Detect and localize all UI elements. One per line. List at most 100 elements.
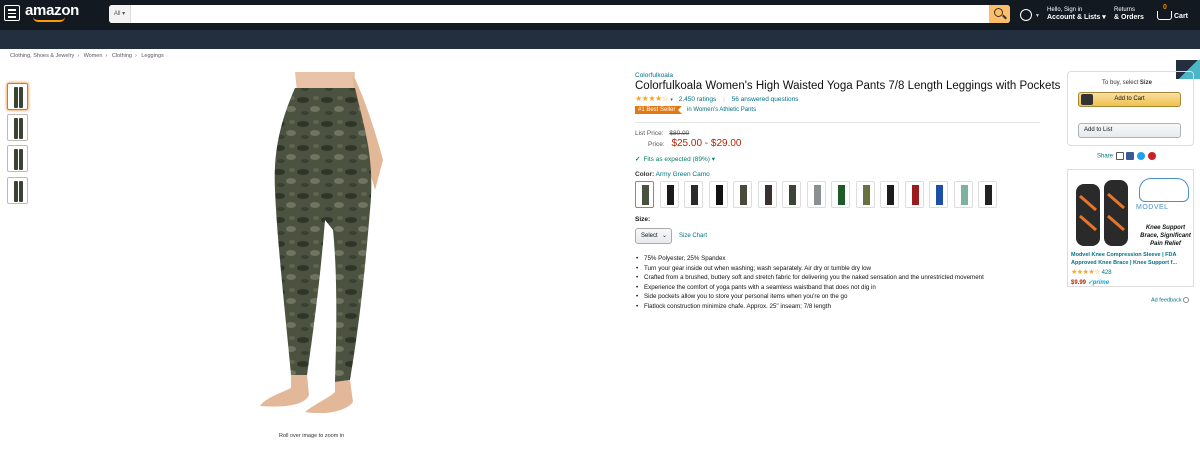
nav-link-registry[interactable]: Registry [130, 66, 152, 72]
color-swatch[interactable] [855, 181, 875, 208]
search-input[interactable] [133, 6, 983, 22]
ad-price: $9.99 [1071, 280, 1087, 286]
cart-label: Cart [1174, 13, 1189, 20]
chevron-down-icon[interactable]: ▾ [670, 97, 673, 103]
chevron-down-icon: ▼ [1035, 13, 1040, 19]
search-bar: All ▾ [109, 5, 1010, 23]
brand-link[interactable]: Colorfulkoala [635, 72, 673, 79]
best-seller-badge[interactable]: #1 Best Seller [635, 106, 683, 114]
chevron-down-icon: ⌄ [661, 233, 667, 239]
facebook-icon[interactable] [1126, 152, 1135, 160]
ad-feedback-link[interactable]: Ad feedback [1151, 297, 1190, 303]
pinterest-icon[interactable] [1147, 152, 1156, 160]
thumbnail-image[interactable] [7, 114, 28, 141]
deliver-location: Vietnam [17, 69, 39, 75]
color-swatch[interactable] [978, 181, 997, 208]
share-row: Share [1097, 152, 1156, 160]
email-icon[interactable] [1115, 152, 1124, 160]
breadcrumb-item[interactable]: Clothing, Shoes & Jewelry [10, 53, 74, 59]
swatch-leggings-icon [715, 185, 723, 205]
sub-nav-bar: Deliver to Vietnam Help Registry Gift Ca… [0, 30, 1200, 79]
color-swatch[interactable] [929, 181, 948, 208]
deliver-to-label: Deliver to [17, 62, 41, 68]
nav-link-gift-cards[interactable]: Gift Cards [162, 66, 189, 72]
cart-count: 0 [1163, 4, 1167, 11]
info-icon [1183, 297, 1190, 303]
ad-price-row: $9.99 ✓prime [1071, 279, 1109, 286]
swatch-leggings-icon [789, 185, 796, 205]
add-to-list-button[interactable]: Add to List [1078, 123, 1181, 138]
prime-badge: ✓prime [1087, 280, 1110, 286]
add-to-cart-label: Add to Cart [1114, 96, 1145, 102]
breadcrumb-item[interactable]: Leggings [141, 53, 163, 59]
breadcrumb-item[interactable]: Women [84, 53, 103, 59]
language-globe-icon[interactable] [1020, 9, 1032, 21]
color-swatch[interactable] [659, 181, 679, 208]
add-to-cart-button[interactable]: Add to Cart [1078, 92, 1181, 107]
cart-button[interactable]: 0 Cart [1154, 4, 1194, 24]
nav-link-sell[interactable]: Sell [198, 66, 208, 72]
product-title: Colorfulkoala Women's High Waisted Yoga … [635, 80, 1061, 92]
returns-label: Returns [1114, 7, 1136, 13]
cart-icon [1157, 11, 1172, 20]
orders-label: & Orders [1114, 14, 1144, 21]
star-rating-icon: ★★★★☆ [1071, 269, 1100, 276]
amazon-logo[interactable]: amazon [25, 2, 79, 22]
search-category-dropdown[interactable]: All ▾ [109, 5, 131, 23]
swatch-leggings-icon [740, 185, 747, 205]
size-chart-link[interactable]: Size Chart [679, 233, 707, 239]
top-nav-bar: amazon All ▾ ▼ Hello, Sign in Account & … [0, 0, 1200, 30]
color-swatch[interactable] [880, 181, 899, 208]
size-dropdown[interactable]: Select ⌄ [635, 228, 672, 244]
returns-orders-link[interactable]: Returns & Orders [1114, 6, 1144, 22]
swatch-leggings-icon [691, 185, 698, 205]
star-rating-icon[interactable]: ★★★★☆ [635, 94, 669, 103]
breadcrumb-item[interactable]: Clothing [112, 53, 132, 59]
section-divider [635, 122, 1040, 123]
nav-link-help[interactable]: Help [108, 66, 120, 72]
twitter-icon[interactable] [1137, 152, 1146, 160]
color-swatch[interactable] [953, 181, 973, 208]
account-greeting: Hello, Sign in [1047, 7, 1083, 13]
account-lists-label: Account & Lists ▾ [1047, 14, 1106, 21]
fit-info[interactable]: ✓ Fits as expected (89%) ▾ [635, 155, 715, 163]
color-swatch[interactable] [635, 181, 654, 208]
product-main-image[interactable] [225, 70, 415, 420]
add-to-list-label: Add to List [1084, 127, 1113, 133]
ratings-count-link[interactable]: 2,450 ratings [679, 96, 717, 103]
search-button[interactable] [989, 5, 1010, 23]
feature-bullet: Experience the comfort of yoga pants wit… [636, 283, 984, 293]
share-label: Share [1097, 153, 1114, 160]
account-menu[interactable]: Hello, Sign in Account & Lists ▾ [1047, 6, 1106, 22]
cart-icon [1081, 94, 1093, 105]
feature-bullet: Turn your gear inside out when washing; … [636, 264, 984, 274]
swatch-leggings-icon [764, 185, 772, 205]
zoom-hint: Roll over image to zoom in [279, 433, 345, 439]
ad-title-link[interactable]: Modvel Knee Compression Sleeve | FDA App… [1071, 252, 1195, 267]
divider: | [723, 96, 725, 103]
price-label: Price: [648, 141, 665, 148]
color-swatch[interactable] [708, 181, 728, 208]
answered-questions-link[interactable]: 56 answered questions [732, 96, 799, 103]
thumbnail-image[interactable] [7, 83, 28, 110]
sponsored-ad[interactable]: MODVEL Knee Support Brace, Significant P… [1067, 169, 1194, 287]
color-swatch[interactable] [757, 181, 777, 208]
color-swatch[interactable] [782, 181, 801, 208]
hamburger-menu-icon[interactable] [4, 5, 20, 21]
color-swatch[interactable] [904, 181, 924, 208]
color-swatch[interactable] [831, 181, 850, 208]
thumbnail-image[interactable] [7, 145, 28, 172]
list-price-label: List Price: [635, 130, 664, 137]
ad-rating[interactable]: ★★★★☆ 428 [1071, 268, 1112, 276]
checkmark-icon: ✓ [635, 156, 641, 163]
feature-bullet: 75% Polyester, 25% Spandex [636, 254, 984, 264]
buy-box: To buy, select Size Add to Cart Add to L… [1067, 71, 1194, 146]
thumbnail-image[interactable] [7, 177, 28, 204]
color-swatch[interactable] [733, 181, 752, 208]
breadcrumb: Clothing, Shoes & Jewelry › Women › Clothi… [10, 53, 164, 59]
price-range: $25.00 - $29.00 [671, 138, 742, 149]
ad-product-image [1076, 180, 1128, 246]
color-swatch[interactable] [806, 181, 826, 208]
best-seller-category-link[interactable]: in Women's Athletic Pants [687, 107, 756, 113]
color-swatch[interactable] [684, 181, 703, 208]
